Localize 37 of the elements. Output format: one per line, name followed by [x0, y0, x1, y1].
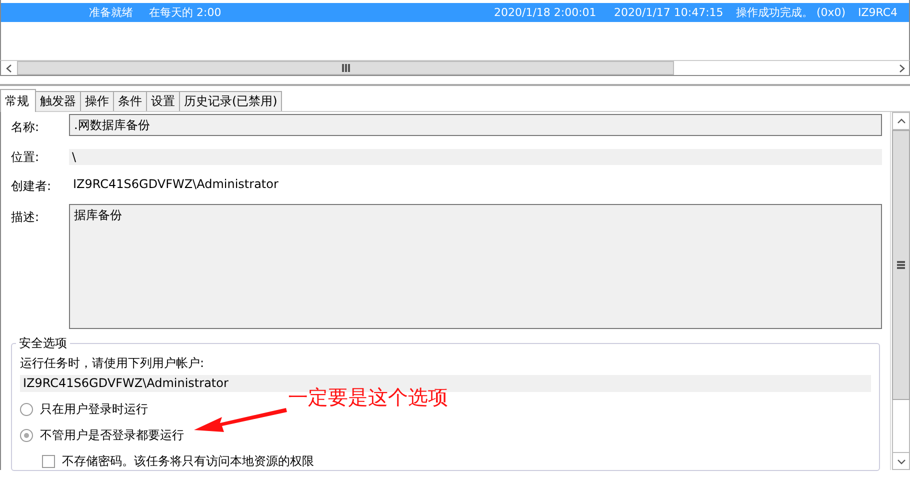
name-field[interactable]: .网数据库备份 [69, 114, 882, 136]
checkbox[interactable] [42, 454, 55, 468]
task-cell-text: 2020/1/18 2:00:01 [494, 5, 598, 20]
option-label: 不存储密码。该任务将只有访问本地资源的权限 [62, 454, 314, 468]
scrollbar-thumb[interactable] [17, 61, 674, 75]
horizontal-scrollbar[interactable] [0, 60, 910, 76]
radio-button[interactable] [20, 428, 33, 442]
option-label: 只在用户登录时运行 [40, 402, 148, 416]
tab[interactable]: 常规 [0, 89, 36, 112]
scroll-up-icon [896, 116, 906, 126]
author-value: IZ9RC41S6GDVFWZ\Administrator [72, 176, 280, 193]
vertical-scrollbar[interactable] [890, 112, 910, 470]
grip-icon [342, 64, 350, 72]
scrollbar-thumb[interactable] [892, 130, 910, 400]
tab[interactable]: 操作 [80, 91, 114, 111]
field-label: 位置: [11, 149, 40, 165]
task-cell-text: 准备就绪 [89, 5, 134, 20]
grip-icon [897, 261, 905, 269]
task-cell: IZ9RC4 [858, 5, 896, 20]
description-field[interactable]: 据库备份 [69, 204, 882, 329]
account-prompt: 运行任务时，请使用下列用户帐户: [20, 356, 206, 371]
task-cell-text: 操作成功完成。 (0x0) [736, 5, 847, 20]
field-label: 创建者: [11, 178, 52, 194]
location-field[interactable]: \ [69, 149, 882, 165]
group-title: 安全选项 [16, 336, 70, 351]
task-cell-text: 2020/1/17 10:47:15 [614, 5, 724, 20]
scroll-left-icon [4, 64, 14, 72]
radio-button[interactable] [20, 402, 33, 416]
field-label: 描述: [11, 209, 40, 225]
task-cell-text: 在每天的 2:00 [149, 5, 222, 20]
tab[interactable]: 触发器 [35, 91, 81, 111]
field-label: 名称: [11, 119, 40, 135]
scroll-down-icon [896, 456, 906, 466]
tab[interactable]: 条件 [113, 91, 147, 111]
option-label: 不管用户是否登录都要运行 [40, 428, 184, 442]
tab[interactable]: 设置 [146, 91, 180, 111]
tab[interactable]: 历史记录(已禁用) [179, 91, 282, 111]
